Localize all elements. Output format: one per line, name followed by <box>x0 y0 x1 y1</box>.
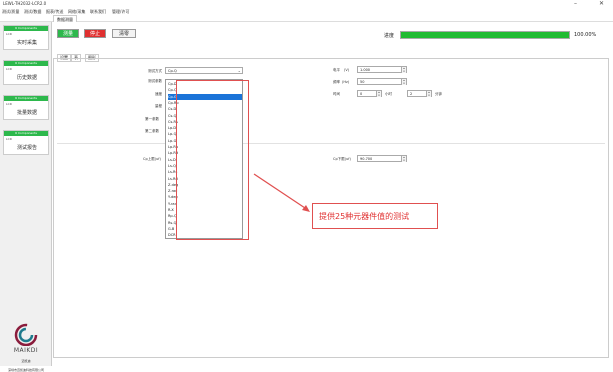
range-label: 量程 <box>155 104 162 108</box>
arrow-annotation-icon <box>253 173 310 212</box>
chevron-down-icon: ⌄ <box>237 68 241 73</box>
stepper-icon[interactable]: ▴ ▾ <box>401 156 406 162</box>
maikdi-logo-icon <box>14 323 38 346</box>
lower-limit-label: Cp下限(uf) <box>333 157 351 161</box>
freq-value: 50 <box>360 80 365 84</box>
nav-card-tag: LCR <box>6 102 12 106</box>
level-unit: (V) <box>344 68 350 72</box>
nav-card-history[interactable]: 6 Components LCR 历史数据 <box>3 60 49 85</box>
freq-label: 频率 <box>333 80 340 84</box>
mode-select[interactable]: Cp-Q ⌄ <box>165 67 243 74</box>
lower-limit-input[interactable]: 90.700 ▴ ▾ <box>357 155 407 162</box>
sidebar: 6 Components LCR 实时采集 6 Components LCR 历… <box>0 22 52 372</box>
callout-box: 提供25种元器件值的测试 <box>312 203 438 229</box>
callout-text: 提供25种元器件值的测试 <box>319 212 410 221</box>
document-tab-strip: 数据测量 <box>0 14 613 22</box>
nav-card-tag: LCR <box>6 67 12 71</box>
param-label: 测试参数 <box>148 79 162 83</box>
nav-card-header: 6 Components <box>4 61 48 66</box>
stepper-icon[interactable]: ▴ ▾ <box>401 79 406 85</box>
nav-card-header: 6 Components <box>4 96 48 101</box>
mode-value: Cp-Q <box>168 69 177 73</box>
zero-button[interactable]: 清零 <box>112 29 136 38</box>
level-value: 1.000 <box>360 68 371 72</box>
level-label: 电平 <box>333 68 340 72</box>
progress-fill <box>401 32 569 38</box>
stop-button[interactable]: 停止 <box>84 29 106 38</box>
tab-data-measure[interactable]: 数据测量 <box>53 15 77 22</box>
minutes-value: 2 <box>410 92 413 96</box>
nav-card-label: 测试报告 <box>16 145 37 151</box>
title-bar: LEWL-TH2032-LCR2.0 – ✕ <box>0 0 613 8</box>
lower-limit-value: 90.700 <box>360 157 373 161</box>
stepper-icon[interactable]: ▴ ▾ <box>426 91 431 97</box>
hours-value: 0 <box>360 92 363 96</box>
window-title: LEWL-TH2032-LCR2.0 <box>3 1 47 6</box>
progress-percent: 100.00% <box>574 32 597 38</box>
sidebar-footer-company: 深圳市迈凯迪科技有限公司 <box>7 368 44 372</box>
highlight-box <box>176 80 249 240</box>
hours-input[interactable]: 0 ▴ ▾ <box>357 90 382 97</box>
stepper-icon[interactable]: ▴ ▾ <box>376 91 381 97</box>
nav-card-tag: LCR <box>6 137 12 141</box>
close-button[interactable]: ✕ <box>599 0 604 7</box>
minimize-button[interactable]: – <box>574 0 577 7</box>
measure-button[interactable]: 测量 <box>57 29 79 38</box>
nav-card-label: 批量数据 <box>16 110 37 116</box>
sidebar-footer-short: 迈凯迪 <box>21 359 31 363</box>
nav-card-header: 6 Components <box>4 131 48 136</box>
second-param-label: 第二参数 <box>145 129 159 133</box>
upper-limit-label: Cp上限(uf) <box>143 157 161 161</box>
freq-unit: (Hz) <box>342 80 350 84</box>
stepper-icon[interactable]: ▴ ▾ <box>401 67 406 73</box>
progress-bar <box>400 31 570 39</box>
progress-label: 进度 <box>384 33 395 39</box>
nav-card-batch[interactable]: 6 Components LCR 批量数据 <box>3 95 49 120</box>
nav-card-label: 实时采集 <box>16 40 37 46</box>
nav-card-label: 历史数据 <box>16 75 37 81</box>
minutes-unit: 分钟 <box>435 92 442 96</box>
mode-label: 测试方式 <box>148 69 162 73</box>
divider <box>57 143 605 144</box>
hours-unit: 小时 <box>385 92 392 96</box>
first-param-label: 第一参数 <box>145 117 159 121</box>
level-input[interactable]: 1.000 ▴ ▾ <box>357 66 407 73</box>
nav-card-header: 6 Components <box>4 26 48 31</box>
speed-label: 速度 <box>155 92 162 96</box>
freq-input[interactable]: 50 ▴ ▾ <box>357 78 407 85</box>
nav-card-realtime[interactable]: 6 Components LCR 实时采集 <box>3 25 49 50</box>
brand-name: MAIKDI <box>13 347 39 354</box>
minutes-input[interactable]: 2 ▴ ▾ <box>407 90 432 97</box>
time-label: 时间 <box>333 92 340 96</box>
nav-card-report[interactable]: 6 Components LCR 测试报告 <box>3 130 49 155</box>
nav-card-tag: LCR <box>6 32 12 36</box>
